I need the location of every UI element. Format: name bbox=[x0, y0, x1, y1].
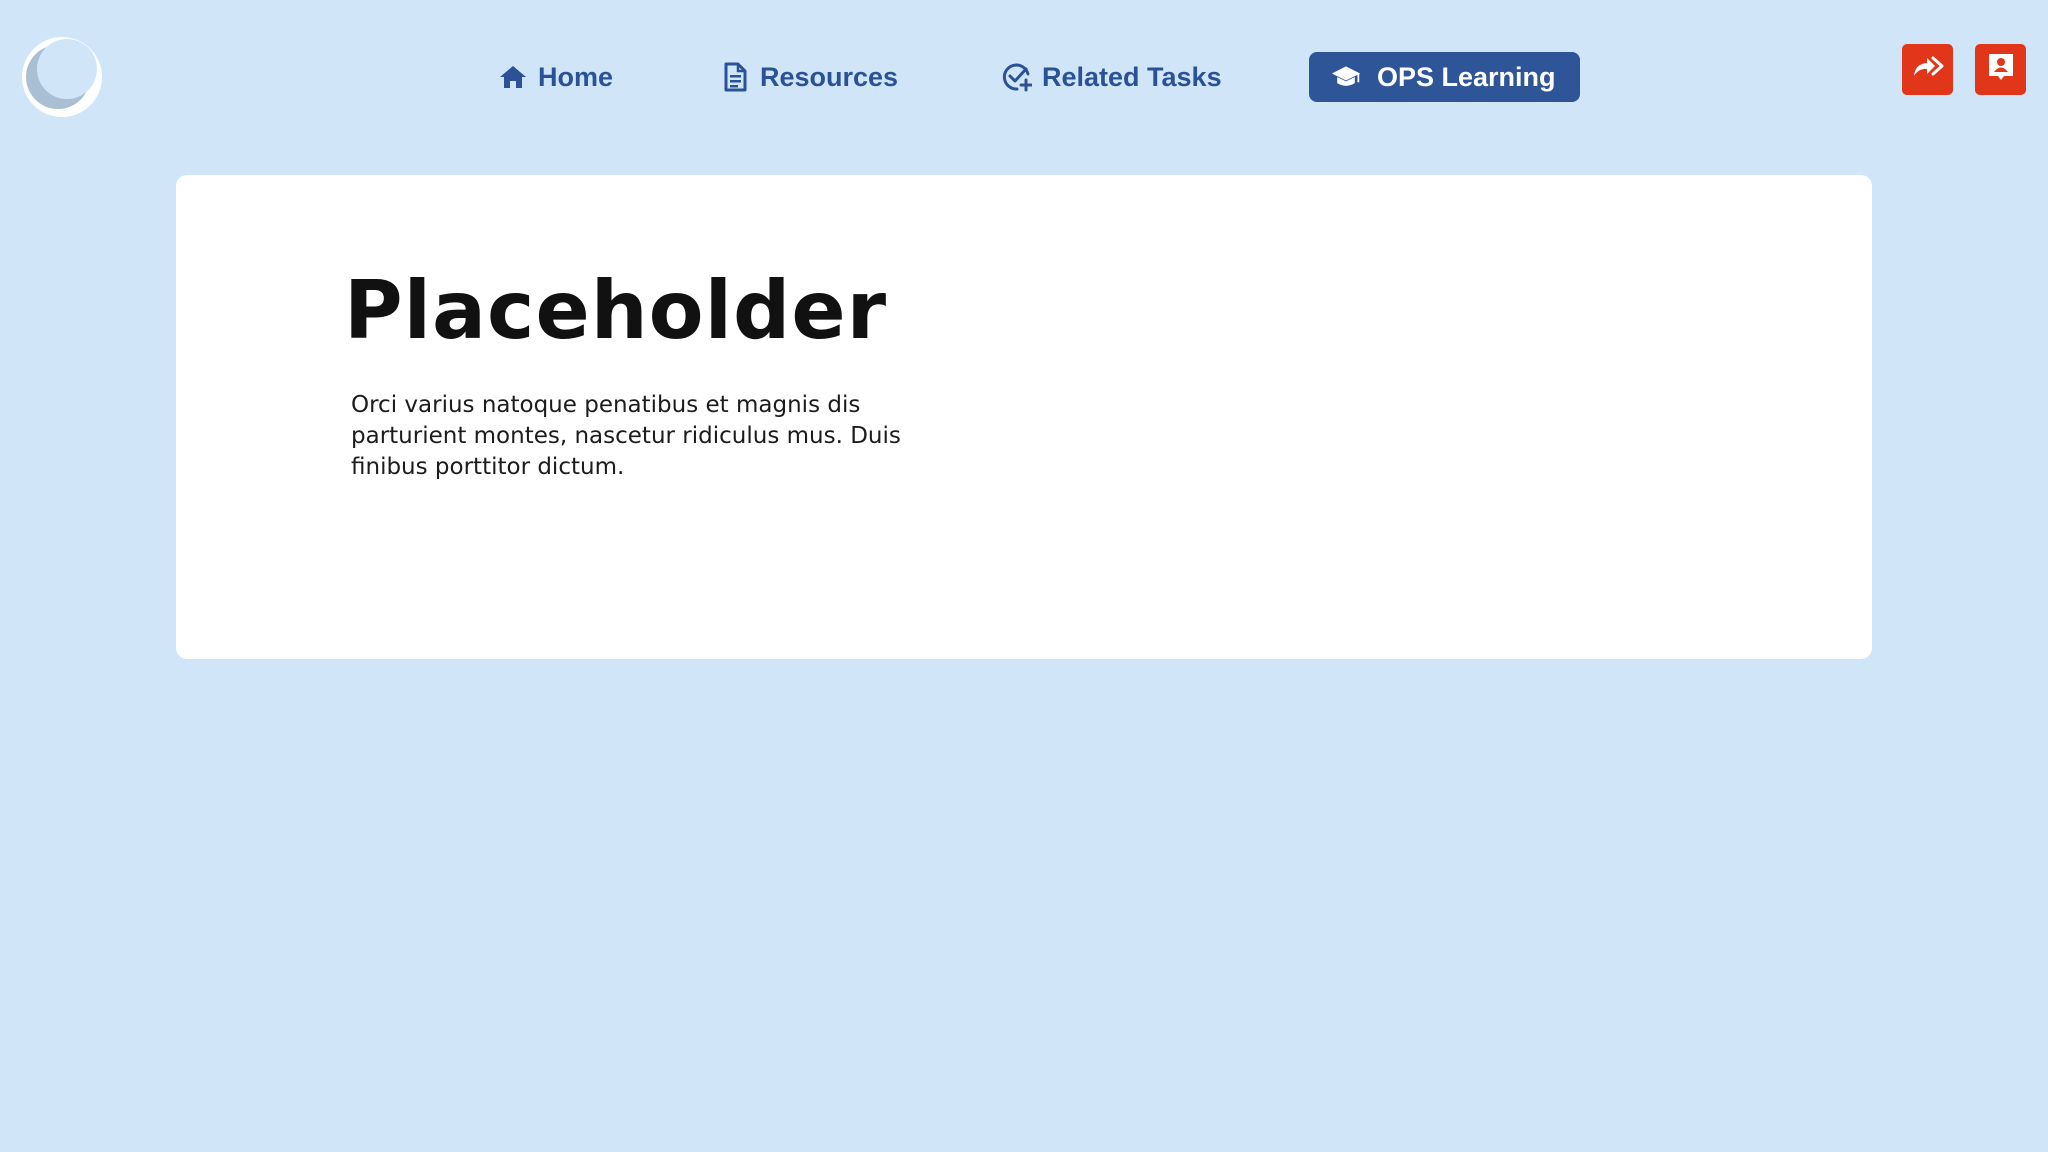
page-description: Orci varius natoque penatibus et magnis … bbox=[351, 392, 901, 480]
contact-button[interactable] bbox=[1975, 44, 2026, 95]
page-title: Placeholder bbox=[344, 264, 888, 357]
nav-home-label: Home bbox=[538, 61, 614, 92]
graduation-cap-icon bbox=[1331, 62, 1361, 92]
nav-ops-learning[interactable]: OPS Learning bbox=[1309, 52, 1580, 102]
top-nav: Home Resources Related Tasks OPS Learnin… bbox=[0, 0, 2048, 154]
home-icon bbox=[498, 62, 528, 92]
nav-related-tasks-label: Related Tasks bbox=[1042, 61, 1222, 92]
check-add-icon bbox=[1002, 62, 1032, 92]
nav-home[interactable]: Home bbox=[498, 52, 613, 102]
nav-related-tasks[interactable]: Related Tasks bbox=[1002, 52, 1222, 102]
forward-arrows-icon bbox=[1911, 54, 1945, 85]
share-button[interactable] bbox=[1902, 44, 1953, 95]
nav-resources-label: Resources bbox=[760, 61, 899, 92]
nav-resources[interactable]: Resources bbox=[720, 52, 898, 102]
contact-card-icon bbox=[1987, 52, 2015, 87]
content-card: Placeholder Orci varius natoque penatibu… bbox=[176, 175, 1872, 659]
document-icon bbox=[720, 62, 750, 92]
nav-ops-learning-label: OPS Learning bbox=[1377, 61, 1556, 92]
